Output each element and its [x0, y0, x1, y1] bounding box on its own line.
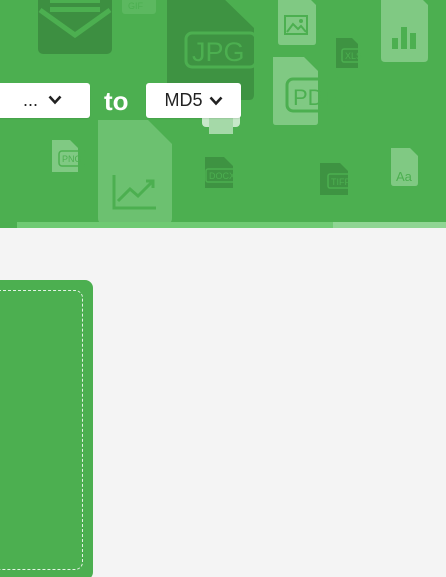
- to-label: to: [104, 86, 129, 116]
- envelope-icon: [38, 0, 112, 54]
- hero-bar-segment: [175, 222, 333, 228]
- hero-bar-segment: [17, 222, 175, 228]
- to-format-select[interactable]: MD5: [146, 83, 241, 118]
- xls-file-icon: XLS: [336, 38, 371, 68]
- gif-file-icon: GIF: [122, 0, 156, 14]
- from-format-value: ...: [22, 90, 38, 110]
- tiff-file-icon: TIFF: [320, 163, 359, 195]
- tiff-icon-label: TIFF: [331, 177, 350, 187]
- png-file-icon: PNG: [52, 140, 87, 172]
- hero-header: GIF JPG XLS PDF PNG DOCX TIFF Aa ... to …: [0, 0, 446, 228]
- gif-icon-label: GIF: [128, 1, 144, 11]
- hero-bar-segment: [333, 222, 446, 228]
- chevron-down-icon: [209, 96, 222, 105]
- font-icon-label: Aa: [396, 169, 413, 184]
- docx-file-icon: DOCX: [205, 157, 243, 188]
- chevron-down-icon: [48, 95, 62, 105]
- to-format-value: MD5: [164, 90, 203, 110]
- jpg-icon-label: JPG: [192, 37, 245, 67]
- from-format-select[interactable]: ...: [0, 83, 90, 118]
- image-file-icon: [278, 0, 316, 45]
- chart-file-icon: [98, 120, 172, 224]
- font-file-icon: Aa: [391, 148, 418, 186]
- conversion-controls: ... to MD5: [0, 83, 446, 119]
- xls-icon-label: XLS: [345, 51, 362, 61]
- page: GIF JPG XLS PDF PNG DOCX TIFF Aa ... to …: [0, 0, 446, 577]
- hero-bottom-bar: [0, 222, 446, 228]
- chart-doc-icon: [381, 0, 428, 62]
- png-icon-label: PNG: [62, 154, 82, 164]
- docx-icon-label: DOCX: [209, 171, 235, 181]
- file-drop-zone[interactable]: [0, 290, 83, 570]
